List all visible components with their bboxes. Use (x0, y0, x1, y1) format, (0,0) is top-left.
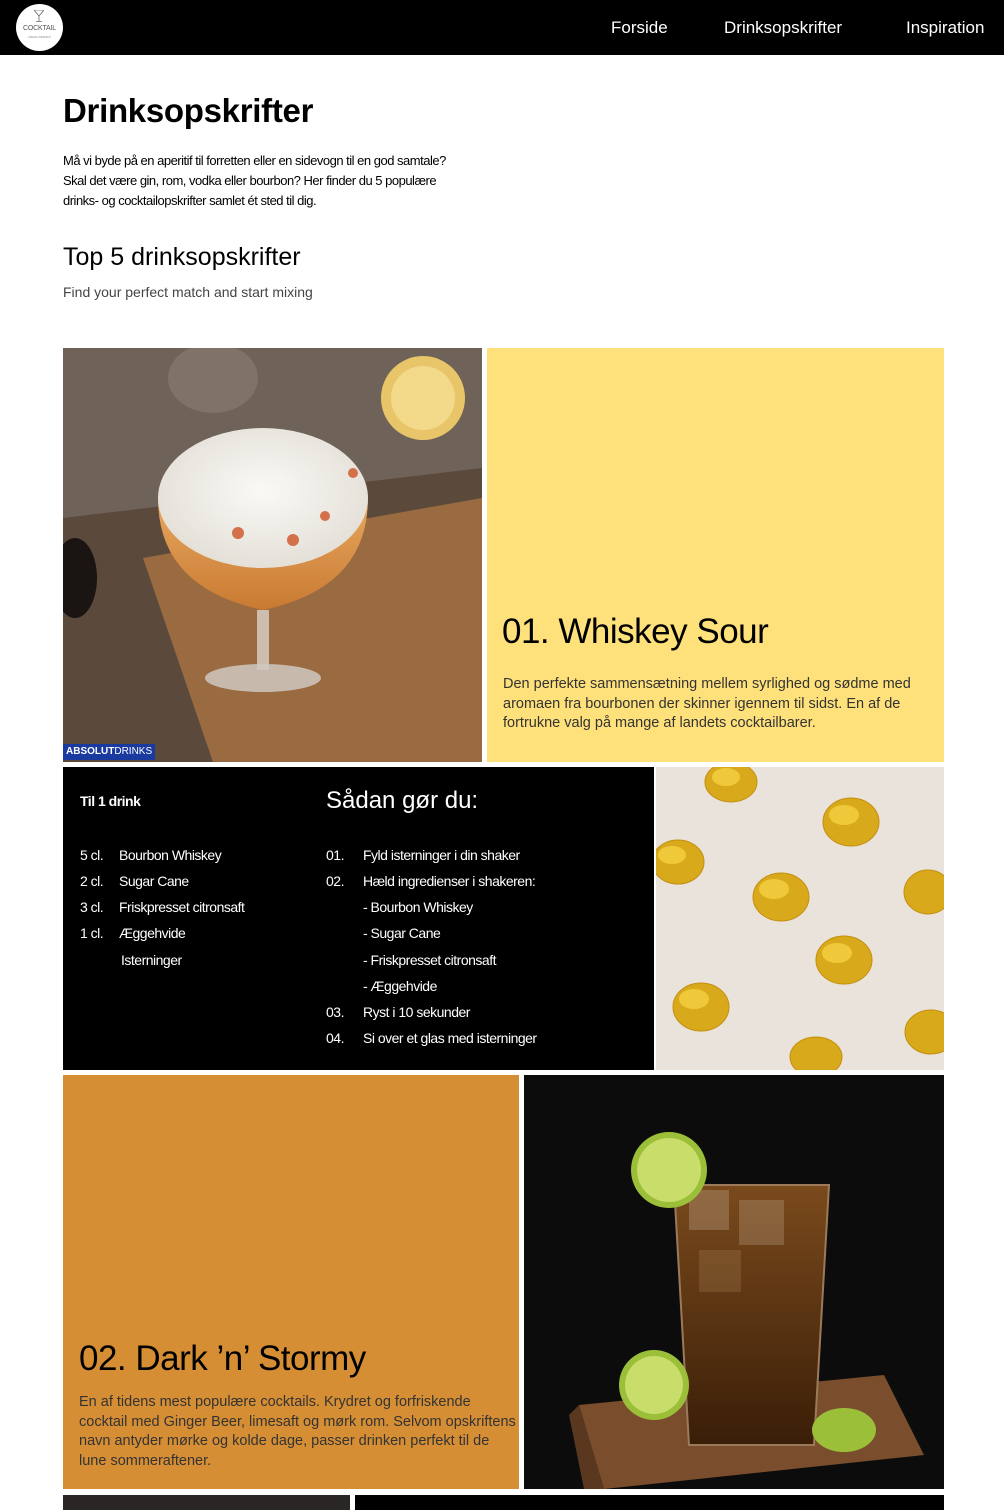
lemons-image (656, 767, 944, 1070)
logo-text: COCKTAIL (23, 25, 56, 32)
ingredient-item: 5 cl. Bourbon Whiskey (80, 847, 222, 863)
nav-link-forside[interactable]: Forside (611, 18, 668, 38)
top-navbar: COCKTAIL FRESH DRINKS Forside Drinksopsk… (0, 0, 1004, 55)
step-item: 02. Hæld ingredienser i shakeren: (326, 873, 536, 889)
step-item: 04. Si over et glas med isterninger (326, 1030, 537, 1046)
intro-text: Må vi byde på en aperitif til forretten … (63, 153, 446, 208)
whiskey-sour-illustration (63, 348, 482, 762)
dark-n-stormy-image (524, 1075, 944, 1489)
section-title: Top 5 drinksopskrifter (63, 243, 301, 271)
nav-link-inspiration[interactable]: Inspiration (906, 18, 984, 38)
sub-step-item: - Sugar Cane (363, 925, 441, 941)
nav-link-drinksopskrifter[interactable]: Drinksopskrifter (724, 18, 842, 38)
sub-step-item: - Æggehvide (363, 978, 437, 994)
logo-subtext: FRESH DRINKS (28, 35, 51, 39)
section-subtitle: Find your perfect match and start mixing (63, 284, 313, 300)
page-title: Drinksopskrifter (63, 92, 314, 129)
sub-step-item: - Bourbon Whiskey (363, 899, 473, 915)
ingredient-item: Isterninger (121, 952, 182, 968)
absolut-drinks-badge: ABSOLUTDRINKS (63, 744, 156, 760)
lemons-illustration (656, 767, 944, 1070)
ingredient-item: 2 cl. Sugar Cane (80, 873, 189, 889)
site-logo[interactable]: COCKTAIL FRESH DRINKS (16, 4, 63, 51)
ingredients-heading: Til 1 drink (80, 793, 141, 809)
steps-heading: Sådan gør du: (326, 787, 479, 814)
cocktail-glass-icon (34, 10, 44, 22)
dark-n-stormy-illustration (524, 1075, 944, 1489)
whiskey-sour-description: Den perfekte sammensætning mellem syrlig… (503, 676, 911, 731)
step-item: 01. Fyld isterninger i din shaker (326, 847, 520, 863)
dark-n-stormy-description: En af tidens mest populære cocktails. Kr… (79, 1394, 516, 1469)
dark-n-stormy-card[interactable]: 02. Dark ’n’ Stormy En af tidens mest po… (63, 1075, 519, 1489)
ingredient-item: 3 cl. Friskpresset citronsaft (80, 899, 245, 915)
next-card-right (355, 1495, 944, 1510)
sub-step-item: - Friskpresset citronsaft (363, 952, 496, 968)
dark-n-stormy-title: 02. Dark ’n’ Stormy (79, 1339, 366, 1378)
recipe-panel: Til 1 drink Sådan gør du: 5 cl. Bourbon W… (63, 767, 654, 1070)
step-item: 03. Ryst i 10 sekunder (326, 1004, 470, 1020)
whiskey-sour-card[interactable]: 01. Whiskey Sour Den perfekte sammensætn… (487, 348, 944, 762)
ingredient-item: 1 cl. Æggehvide (80, 925, 186, 941)
next-card-left (63, 1495, 350, 1510)
whiskey-sour-title: 01. Whiskey Sour (502, 612, 769, 651)
whiskey-sour-image: ABSOLUTDRINKS (63, 348, 482, 762)
